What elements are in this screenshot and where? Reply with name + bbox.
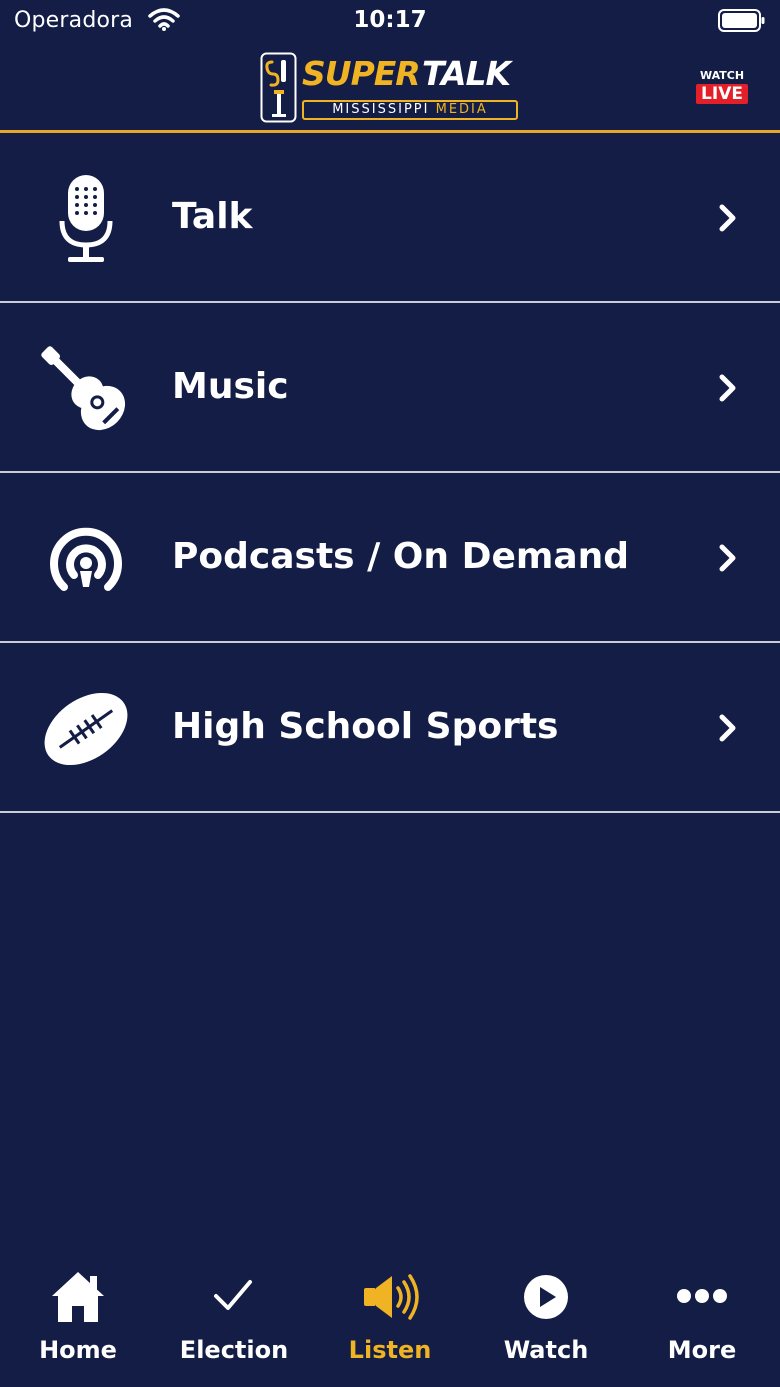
logo-mark-icon <box>260 52 298 128</box>
tab-watch[interactable]: Watch <box>468 1258 624 1387</box>
tab-label: More <box>667 1336 737 1364</box>
tab-listen[interactable]: Listen <box>312 1258 468 1387</box>
chevron-right-icon <box>714 373 740 407</box>
tab-label: Home <box>39 1336 117 1364</box>
battery-icon <box>718 9 766 37</box>
logo-sub-mississippi: MISSISSIPPI <box>332 102 430 117</box>
tab-home[interactable]: Home <box>0 1258 156 1387</box>
tab-election[interactable]: Election <box>156 1258 312 1387</box>
chevron-right-icon <box>714 543 740 577</box>
watch-live-button[interactable]: WATCH LIVE <box>696 70 748 106</box>
tab-label: Watch <box>503 1336 589 1364</box>
guitar-icon <box>36 341 136 437</box>
menu-item-music[interactable]: Music <box>0 303 780 473</box>
tab-label: Listen <box>348 1336 432 1364</box>
chevron-right-icon <box>714 203 740 237</box>
menu-item-podcasts[interactable]: Podcasts / On Demand <box>0 473 780 643</box>
live-badge: LIVE <box>696 84 748 104</box>
menu-item-label: Talk <box>172 196 253 237</box>
tab-label: Election <box>179 1336 289 1364</box>
logo-sub-media: MEDIA <box>435 102 488 117</box>
menu-item-high-school-sports[interactable]: High School Sports <box>0 643 780 813</box>
clock: 10:17 <box>353 7 427 33</box>
checkmark-icon <box>156 1270 312 1326</box>
home-icon <box>0 1270 156 1326</box>
speaker-icon <box>312 1270 468 1326</box>
menu-item-talk[interactable]: Talk <box>0 133 780 303</box>
supertalk-logo[interactable]: SUPER TALK MISSISSIPPI MEDIA <box>260 50 522 124</box>
podcast-icon <box>36 511 136 607</box>
microphone-icon <box>36 171 136 267</box>
logo-subtitle: MISSISSIPPI MEDIA <box>302 100 518 120</box>
play-icon <box>468 1270 624 1326</box>
chevron-right-icon <box>714 713 740 747</box>
app-header: SUPER TALK MISSISSIPPI MEDIA WATCH LIVE <box>0 44 780 130</box>
status-bar: Operadora 10:17 <box>0 0 780 44</box>
listen-menu: Talk Music Podcasts / On Demand High Sch… <box>0 133 780 813</box>
tab-more[interactable]: More <box>624 1258 780 1387</box>
logo-word-super: SUPER <box>302 54 421 93</box>
menu-item-label: High School Sports <box>172 706 559 747</box>
football-icon <box>36 681 136 777</box>
more-icon <box>624 1270 780 1326</box>
menu-item-label: Music <box>172 366 289 407</box>
watch-live-label: WATCH <box>699 69 745 82</box>
menu-item-label: Podcasts / On Demand <box>172 536 630 577</box>
logo-word-talk: TALK <box>422 54 511 93</box>
bottom-tab-bar: Home Election Listen Watch More <box>0 1258 780 1387</box>
